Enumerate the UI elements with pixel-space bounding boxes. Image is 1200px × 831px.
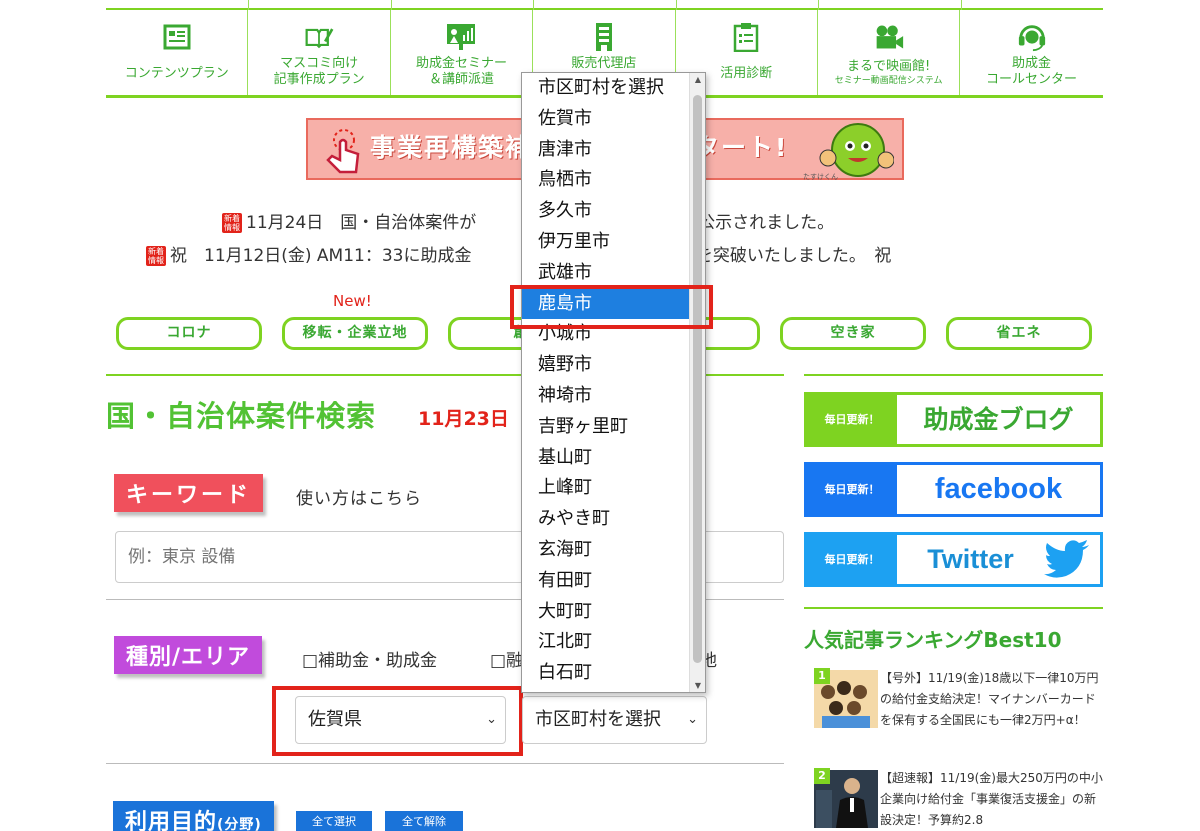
menu-item-movie[interactable]: まるで映画館! セミナー動画配信システム xyxy=(818,10,961,95)
news-badge: 新着 情報 xyxy=(222,213,242,233)
scroll-up-icon[interactable]: ▲ xyxy=(690,75,705,84)
howto-link[interactable]: 使い方はこちら xyxy=(296,484,422,509)
dropdown-option[interactable]: 唐津市 xyxy=(522,135,689,166)
dropdown-option[interactable]: 嬉野市 xyxy=(522,350,689,381)
content-plan-icon xyxy=(162,22,192,52)
purpose-label-sub: (分野) xyxy=(217,817,262,831)
menu-label: マスコミ向け xyxy=(280,56,359,71)
subsidy-checkbox[interactable]: □補助金・助成金 xyxy=(302,646,437,671)
dropdown-option[interactable]: 吉野ヶ里町 xyxy=(522,412,689,443)
prefecture-value: 佐賀県 xyxy=(308,709,362,730)
menu-label: 助成金セミナー xyxy=(415,56,507,71)
dropdown-option[interactable]: 江北町 xyxy=(522,627,689,658)
dropdown-option[interactable]: 有田町 xyxy=(522,566,689,597)
dropdown-option[interactable]: 佐賀市 xyxy=(522,104,689,135)
dropdown-option[interactable]: 基山町 xyxy=(522,443,689,474)
category-corona-button[interactable]: コロナ xyxy=(116,317,262,350)
news-badge: 新着 情報 xyxy=(146,246,166,266)
ranking-number: 1 xyxy=(814,668,830,684)
scroll-down-icon[interactable]: ▼ xyxy=(690,681,705,690)
divider xyxy=(106,763,784,764)
ranking-number: 2 xyxy=(814,768,830,784)
menu-label: 助成金 xyxy=(1012,56,1052,71)
blog-banner[interactable]: 毎日更新！ 助成金ブログ xyxy=(804,392,1103,447)
dropdown-option[interactable]: みやき町 xyxy=(522,504,689,535)
update-date: 11月23日 xyxy=(418,408,509,430)
daily-update-badge: 毎日更新！ xyxy=(807,395,897,444)
clear-all-button[interactable]: 全て解除 xyxy=(385,811,463,831)
prefecture-select[interactable]: 佐賀県 ⌄ xyxy=(295,696,506,744)
daily-update-badge: 毎日更新！ xyxy=(807,465,897,514)
dropdown-scrollbar[interactable]: ▲ ▼ xyxy=(689,73,705,692)
menu-label: まるで映画館! xyxy=(847,59,931,74)
city-value: 市区町村を選択 xyxy=(535,709,661,730)
city-select[interactable]: 市区町村を選択 ⌄ xyxy=(522,696,707,744)
menu-label: コンテンツプラン xyxy=(124,66,229,81)
menu-label-small: セミナー動画配信システム xyxy=(834,76,943,86)
clipboard-icon xyxy=(731,22,761,52)
sidebar-divider xyxy=(804,374,1103,376)
menu-label: 活用診断 xyxy=(720,66,773,81)
new-tag: New! xyxy=(333,292,372,310)
menu-item-press-plan[interactable]: マスコミ向け 記事作成プラン xyxy=(248,10,391,95)
scroll-thumb[interactable] xyxy=(693,95,702,663)
ranking-title: 人気記事ランキングBest10 xyxy=(804,628,1062,652)
dropdown-option[interactable]: 伊万里市 xyxy=(522,227,689,258)
pointing-hand-icon xyxy=(314,124,368,178)
twitter-bird-icon xyxy=(1044,540,1090,582)
loan-checkbox[interactable]: □融 xyxy=(490,646,523,671)
keyword-label: キーワード xyxy=(114,474,264,512)
ranking-text: 【号外】11/19(金)18歳以下一律10万円の給付金支給決定！マイナンバーカー… xyxy=(880,671,1099,727)
ranking-item[interactable]: 2 【超速報】11/19(金)最大250万円の中小企業向け給付金「事業復活支援金… xyxy=(814,768,1103,831)
facebook-label: facebook xyxy=(934,473,1063,505)
dropdown-option[interactable]: 神埼市 xyxy=(522,381,689,412)
dropdown-option[interactable]: 多久市 xyxy=(522,196,689,227)
book-pen-icon xyxy=(304,22,334,52)
twitter-banner[interactable]: 毎日更新！ Twitter xyxy=(804,532,1103,587)
menu-item-seminar[interactable]: 助成金セミナー ＆講師派遣 xyxy=(391,10,534,95)
daily-update-badge: 毎日更新！ xyxy=(807,535,897,584)
news-item[interactable]: 新着 情報祝 11月12日(金) AM11：33に助成金 数が100万PVを突破い… xyxy=(146,241,891,266)
dropdown-option[interactable]: 市区町村を選択 xyxy=(522,73,689,104)
chevron-down-icon: ⌄ xyxy=(687,712,698,727)
menu-label-2: ＆講師派遣 xyxy=(428,72,494,87)
dropdown-option[interactable]: 玄海町 xyxy=(522,535,689,566)
building-icon xyxy=(589,22,619,52)
menu-label-2: コールセンター xyxy=(986,72,1078,87)
purpose-label-text: 利用目的 xyxy=(125,810,218,831)
menu-item-call-center[interactable]: 助成金 コールセンター xyxy=(960,10,1102,95)
mascot-caption: たすけくん xyxy=(803,173,838,181)
dropdown-option[interactable]: 上峰町 xyxy=(522,473,689,504)
headset-icon xyxy=(1017,22,1047,52)
page-title: 国・自治体案件検索 xyxy=(106,399,377,433)
seminar-icon xyxy=(446,22,476,52)
category-relocation-button[interactable]: 移転・企業立地 xyxy=(282,317,428,350)
blog-label: 助成金ブログ xyxy=(923,405,1074,434)
menu-item-content-plan[interactable]: コンテンツプラン xyxy=(106,10,249,95)
chevron-down-icon: ⌄ xyxy=(486,712,497,727)
dropdown-option[interactable]: 白石町 xyxy=(522,658,689,689)
purpose-label: 利用目的(分野) xyxy=(113,801,274,831)
dropdown-option[interactable]: 武雄市 xyxy=(522,258,689,289)
dropdown-option[interactable]: 大町町 xyxy=(522,597,689,628)
sidebar-divider xyxy=(804,607,1103,609)
category-vacant-house-button[interactable]: 空き家 xyxy=(780,317,926,350)
menu-label-2: 記事作成プラン xyxy=(273,72,365,87)
menu-top-strip xyxy=(106,0,1103,10)
ranking-text: 【超速報】11/19(金)最大250万円の中小企業向け給付金「事業復活支援金」の… xyxy=(880,771,1103,827)
city-dropdown-list[interactable]: 市区町村を選択 佐賀市 唐津市 鳥栖市 多久市 伊万里市 武雄市 鹿島市 小城市… xyxy=(521,72,706,693)
type-area-label: 種別/エリア xyxy=(114,636,263,674)
menu-label: 販売代理店 xyxy=(571,56,637,71)
dropdown-option[interactable]: 鳥栖市 xyxy=(522,165,689,196)
category-energy-saving-button[interactable]: 省エネ xyxy=(946,317,1092,350)
ranking-item[interactable]: 1 【号外】11/19(金)18歳以下一律10万円の給付金支給決定！マイナンバー… xyxy=(814,668,1103,758)
highlight-box xyxy=(510,285,713,329)
video-camera-icon xyxy=(874,22,904,52)
page: コンテンツプラン マスコミ向け 記事作成プラン 助成金セミナー ＆講師派遣 販売代理… xyxy=(0,0,1200,831)
facebook-banner[interactable]: 毎日更新！ facebook xyxy=(804,462,1103,517)
select-all-button[interactable]: 全て選択 xyxy=(296,811,372,831)
